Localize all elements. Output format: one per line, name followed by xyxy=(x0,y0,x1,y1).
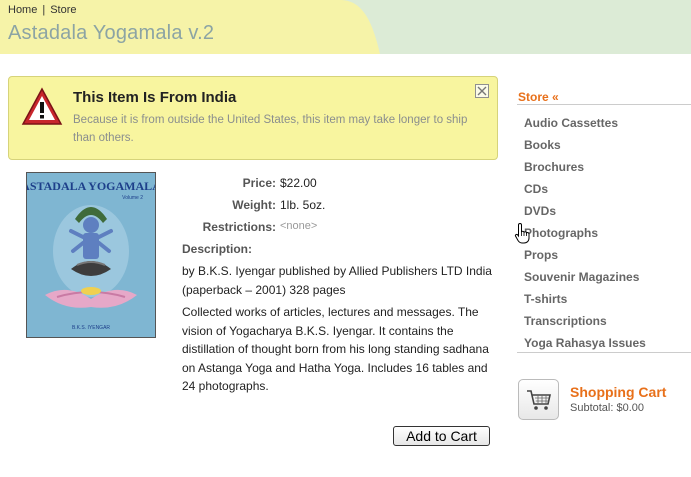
cover-author: B.K.S. IYENGAR xyxy=(72,325,110,331)
shopping-cart-icon[interactable] xyxy=(518,379,559,420)
warning-triangle-icon xyxy=(21,87,63,125)
sidebar-item-souvenir-magazines[interactable]: Souvenir Magazines xyxy=(524,266,646,288)
product-cover-image: ASTADALA YOGAMALA Volume 2 B.K.S. IYENGA… xyxy=(26,172,156,338)
sidebar-item-books[interactable]: Books xyxy=(524,134,646,156)
sidebar-item-transcriptions[interactable]: Transcriptions xyxy=(524,310,646,332)
alert-title: This Item Is From India xyxy=(73,89,237,106)
sidebar-item-cds[interactable]: CDs xyxy=(524,178,646,200)
sidebar-item-props[interactable]: Props xyxy=(524,244,646,266)
weight-value: 1lb. 5oz. xyxy=(280,198,326,212)
restrictions-label: Restrictions: xyxy=(202,220,276,234)
price-value: $22.00 xyxy=(280,176,317,190)
sidebar-item-photographs[interactable]: Photographs xyxy=(524,222,646,244)
sidebar-item-audio-cassettes[interactable]: Audio Cassettes xyxy=(524,112,646,134)
cover-volume: Volume 2 xyxy=(122,195,143,201)
store-heading[interactable]: Store « xyxy=(518,90,559,104)
breadcrumb-store-link[interactable]: Store xyxy=(50,4,76,16)
sidebar-item-yoga-rahasya-issues[interactable]: Yoga Rahasya Issues xyxy=(524,332,646,354)
alert-message: Because it is from outside the United St… xyxy=(73,114,468,144)
shopping-cart-link[interactable]: Shopping Cart xyxy=(570,384,666,400)
sidebar-item-dvds[interactable]: DVDs xyxy=(524,200,646,222)
breadcrumb-home-link[interactable]: Home xyxy=(8,4,37,16)
cover-title: ASTADALA YOGAMALA xyxy=(27,179,155,193)
description-label: Description: xyxy=(182,242,253,256)
sidebar-divider-bottom xyxy=(517,352,691,353)
description-summary: Collected works of articles, lectures an… xyxy=(182,305,489,393)
close-icon[interactable] xyxy=(475,84,489,98)
cart-subtotal: Subtotal: $0.00 xyxy=(570,402,645,414)
sidebar-divider-top xyxy=(517,104,691,105)
sidebar-item-brochures[interactable]: Brochures xyxy=(524,156,646,178)
page-title: Astadala Yogamala v.2 xyxy=(8,22,215,44)
hand-cursor-icon xyxy=(514,222,530,244)
price-label: Price: xyxy=(242,176,276,190)
weight-label: Weight: xyxy=(232,198,276,212)
description-publisher: by B.K.S. Iyengar published by Allied Pu… xyxy=(182,264,492,297)
store-category-list: Audio Cassettes Books Brochures CDs DVDs… xyxy=(524,112,646,354)
breadcrumb-separator: | xyxy=(42,4,46,16)
region-alert: This Item Is From India Because it is fr… xyxy=(8,76,498,160)
sidebar-item-t-shirts[interactable]: T-shirts xyxy=(524,288,646,310)
restrictions-value: <none> xyxy=(280,220,318,232)
add-to-cart-button[interactable]: Add to Cart xyxy=(393,426,490,446)
breadcrumb: Home | Store xyxy=(8,4,77,16)
